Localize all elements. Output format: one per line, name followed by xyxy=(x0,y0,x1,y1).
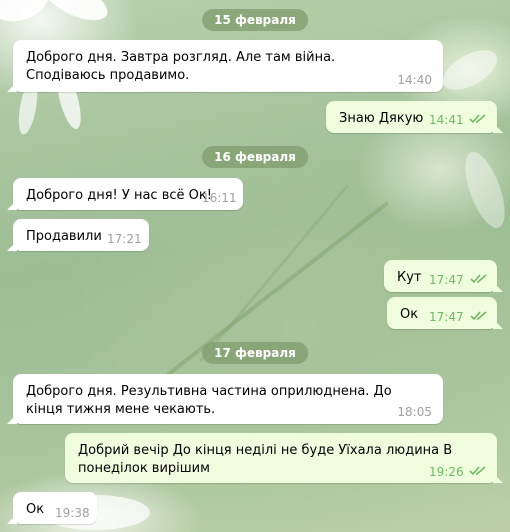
message-text: Добрий вечір До кінця неділі не буде Уїх… xyxy=(78,443,453,476)
message-outgoing[interactable]: Ок 17:47 xyxy=(387,297,503,329)
message-time: 16:11 xyxy=(202,191,237,205)
date-separator: 16 февраля xyxy=(202,146,308,168)
message-outgoing[interactable]: Добрий вечір До кінця неділі не буде Уїх… xyxy=(65,433,503,483)
double-check-icon xyxy=(469,114,486,124)
double-check-icon xyxy=(469,466,486,476)
flower-petal xyxy=(0,0,56,30)
flower-stem xyxy=(198,184,349,363)
message-incoming[interactable]: Доброго дня. Результивна частина оприлюд… xyxy=(7,374,443,424)
message-text: Доброго дня. Результивна частина оприлюд… xyxy=(26,384,392,417)
flower-petal xyxy=(457,147,510,233)
flower-petal xyxy=(36,0,114,29)
message-time: 19:38 xyxy=(55,506,90,520)
message-time: 17:21 xyxy=(107,232,142,246)
message-incoming[interactable]: Доброго дня. Завтра розгляд. Але там вій… xyxy=(7,40,443,92)
message-time: 17:47 xyxy=(429,273,464,287)
double-check-icon xyxy=(470,311,487,321)
message-time: 17:47 xyxy=(429,310,464,324)
message-text: Продавили xyxy=(26,229,102,244)
message-time: 14:41 xyxy=(429,113,464,127)
message-time: 14:40 xyxy=(397,73,432,87)
message-incoming[interactable]: Продавили 17:21 xyxy=(7,219,149,251)
message-text: Доброго дня! У нас всё Ок! xyxy=(26,188,212,203)
message-time: 18:05 xyxy=(397,405,432,419)
double-check-icon xyxy=(470,274,487,284)
message-text: Ок xyxy=(400,307,419,322)
date-separator: 15 февраля xyxy=(202,9,308,31)
message-text: Знаю Дякую xyxy=(339,111,424,126)
message-time: 19:26 xyxy=(429,465,464,479)
message-text: Ок xyxy=(26,502,45,517)
message-text: Доброго дня. Завтра розгляд. Але там вій… xyxy=(26,50,336,83)
message-incoming[interactable]: Ок 19:38 xyxy=(7,492,97,524)
date-separator: 17 февраля xyxy=(202,342,308,364)
message-outgoing[interactable]: Знаю Дякую 14:41 xyxy=(326,101,503,133)
message-incoming[interactable]: Доброго дня! У нас всё Ок! 16:11 xyxy=(7,178,243,210)
message-text: Кут xyxy=(397,270,422,285)
flower-petal xyxy=(436,42,504,98)
message-outgoing[interactable]: Кут 17:47 xyxy=(384,260,503,292)
